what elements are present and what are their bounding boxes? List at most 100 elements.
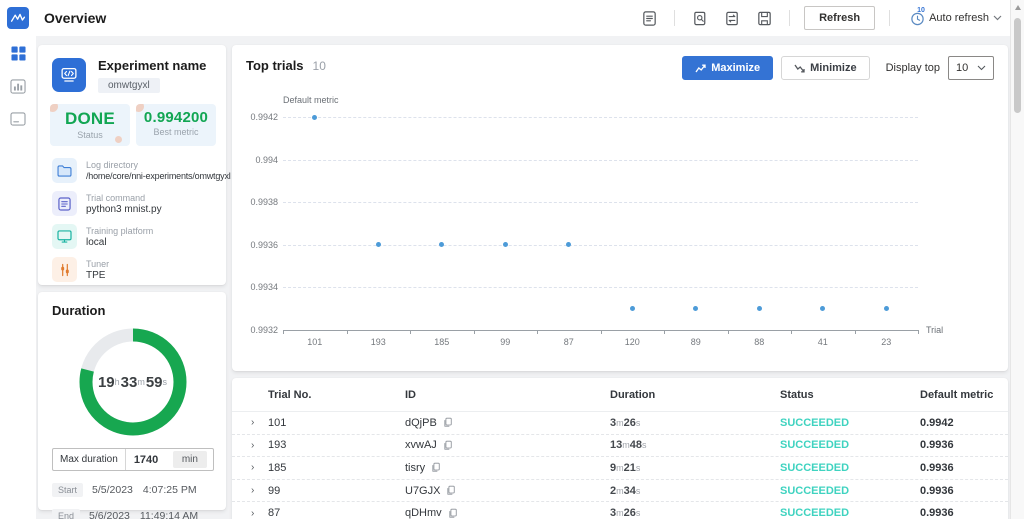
data-point-trial-87[interactable] xyxy=(566,242,571,247)
log-file-icon[interactable] xyxy=(753,7,775,29)
trial-no-cell: 101 xyxy=(268,417,405,429)
trial-id-cell: tisry xyxy=(405,462,610,474)
default-metric-cell: 0.9942 xyxy=(920,417,1008,429)
x-tick-mark xyxy=(728,330,729,334)
auto-refresh-dropdown[interactable]: 10 Auto refresh xyxy=(904,11,1002,26)
trial-id-cell: qDHmv xyxy=(405,507,610,519)
status-cell: SUCCEEDED xyxy=(780,485,920,497)
x-tick-mark xyxy=(664,330,665,334)
search-space-icon[interactable] xyxy=(689,7,711,29)
copy-icon[interactable] xyxy=(446,485,456,496)
expand-row-chevron-icon[interactable]: › xyxy=(232,508,268,519)
copy-icon[interactable] xyxy=(431,462,441,473)
grid-icon xyxy=(11,46,26,61)
table-body: ›101dQjPB3m26sSUCCEEDED0.9942›193xvwAJ13… xyxy=(232,412,1008,519)
max-duration-input[interactable] xyxy=(125,449,171,470)
trial-id: U7GJX xyxy=(405,485,440,497)
table-row: ›193xvwAJ13m48sSUCCEEDED0.9936 xyxy=(232,435,1008,458)
divider xyxy=(789,10,790,26)
start-badge: Start xyxy=(52,483,83,497)
y-tick-label: 0.9936 xyxy=(232,240,278,250)
sidebar-item-trials-detail[interactable] xyxy=(7,75,29,97)
x-tick-label: 23 xyxy=(864,337,908,347)
experiment-summary-card: Experiment name omwtgyxl DONE Status 0.9… xyxy=(38,45,226,285)
start-time: 4:07:25 PM xyxy=(143,484,197,496)
refresh-button[interactable]: Refresh xyxy=(804,6,875,30)
copy-icon[interactable] xyxy=(443,417,453,428)
tuner-sliders-icon xyxy=(52,257,77,282)
duration-cell: 2m34s xyxy=(610,485,780,497)
start-date: 5/5/2023 xyxy=(92,484,133,496)
data-point-trial-185[interactable] xyxy=(439,242,444,247)
trial-id: xvwAJ xyxy=(405,439,437,451)
trial-id-cell: U7GJX xyxy=(405,485,610,497)
duration-cell: 13m48s xyxy=(610,439,780,451)
best-metric-tile: 0.994200 Best metric xyxy=(136,104,216,146)
x-tick-mark xyxy=(537,330,538,334)
copy-icon[interactable] xyxy=(448,508,458,519)
nni-logo[interactable] xyxy=(7,7,29,29)
data-point-trial-99[interactable] xyxy=(503,242,508,247)
expand-row-chevron-icon[interactable]: › xyxy=(232,417,268,428)
expand-row-chevron-icon[interactable]: › xyxy=(232,440,268,451)
trial-id: tisry xyxy=(405,462,425,474)
trial-command-row: Trial command python3 mnist.py xyxy=(52,191,216,216)
end-time: 11:49:14 AM xyxy=(140,510,198,519)
experiment-summary-icon[interactable] xyxy=(638,7,660,29)
monitor-icon xyxy=(52,224,77,249)
x-tick-label: 88 xyxy=(737,337,781,347)
info-value: /home/core/nni-experiments/omwtgyxl xyxy=(86,171,216,181)
status-tile: DONE Status xyxy=(50,104,130,146)
config-icon[interactable] xyxy=(721,7,743,29)
duration-cell: 3m26s xyxy=(610,507,780,519)
vertical-scrollbar[interactable] xyxy=(1010,0,1024,519)
copy-icon[interactable] xyxy=(443,440,453,451)
default-metric-cell: 0.9936 xyxy=(920,439,1008,451)
x-tick-label: 101 xyxy=(293,337,337,347)
expand-row-chevron-icon[interactable]: › xyxy=(232,462,268,473)
table-row: ›185tisry9m21sSUCCEEDED0.9936 xyxy=(232,457,1008,480)
divider xyxy=(674,10,675,26)
max-duration-label: Max duration xyxy=(53,454,125,465)
x-axis-title: Trial xyxy=(926,325,943,335)
scroll-up-arrow[interactable] xyxy=(1015,5,1021,10)
trials-table-card: Trial No. ID Duration Status Default met… xyxy=(232,378,1008,519)
col-id: ID xyxy=(405,389,610,401)
sidebar-item-log[interactable] xyxy=(7,108,29,130)
page-title: Overview xyxy=(44,10,106,26)
end-badge: End xyxy=(52,509,80,519)
tuner-row: Tuner TPE xyxy=(52,257,216,282)
data-point-trial-89[interactable] xyxy=(693,306,698,311)
trial-no-cell: 87 xyxy=(268,507,405,519)
divider xyxy=(889,10,890,26)
default-metric-cell: 0.9936 xyxy=(920,507,1008,519)
data-point-trial-88[interactable] xyxy=(757,306,762,311)
info-value: python3 mnist.py xyxy=(86,204,162,215)
data-point-trial-120[interactable] xyxy=(630,306,635,311)
scrollbar-thumb[interactable] xyxy=(1014,18,1021,113)
gridline xyxy=(283,202,918,203)
duration-cell: 9m21s xyxy=(610,462,780,474)
data-point-trial-23[interactable] xyxy=(884,306,889,311)
data-point-trial-193[interactable] xyxy=(376,242,381,247)
col-default-metric: Default metric xyxy=(920,389,1008,401)
gridline xyxy=(283,117,918,118)
gridline xyxy=(283,160,918,161)
table-header-row: Trial No. ID Duration Status Default met… xyxy=(232,378,1008,412)
expand-row-chevron-icon[interactable]: › xyxy=(232,485,268,496)
info-label: Trial command xyxy=(86,193,162,203)
x-tick-label: 87 xyxy=(547,337,591,347)
x-tick-label: 99 xyxy=(483,337,527,347)
duration-title: Duration xyxy=(52,303,214,318)
waveform-icon xyxy=(10,10,26,26)
data-point-trial-41[interactable] xyxy=(820,306,825,311)
folder-icon xyxy=(52,158,77,183)
y-tick-label: 0.9932 xyxy=(232,325,278,335)
duration-card: Duration 19h33m59s Max duration min Star… xyxy=(38,292,226,510)
data-point-trial-101[interactable] xyxy=(312,115,317,120)
experiment-name-label: Experiment name xyxy=(98,58,206,73)
trial-no-cell: 193 xyxy=(268,439,405,451)
x-tick-mark xyxy=(601,330,602,334)
duration-donut: 19h33m59s xyxy=(77,326,189,438)
sidebar-item-overview[interactable] xyxy=(7,42,29,64)
